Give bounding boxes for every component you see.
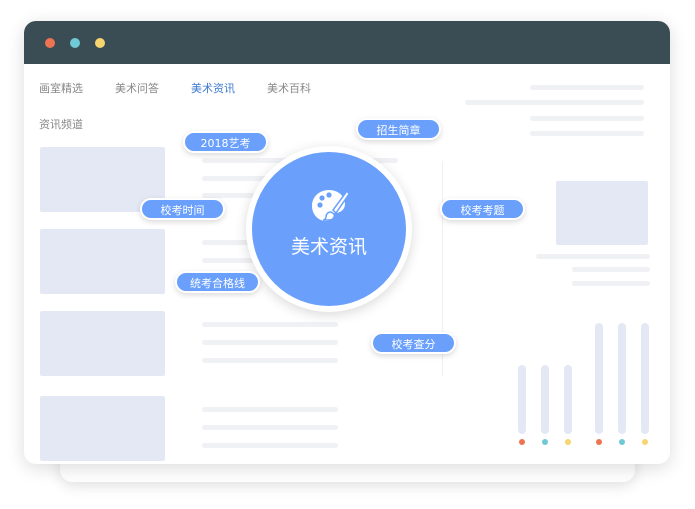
nav-item-wiki[interactable]: 美术百科 xyxy=(267,80,311,96)
text-line xyxy=(202,425,338,430)
image-placeholder xyxy=(556,181,648,245)
bar xyxy=(518,365,526,434)
center-label: 美术资讯 xyxy=(290,236,367,258)
tag-2018-exam[interactable]: 2018艺考 xyxy=(183,131,268,153)
nav-item-studio[interactable]: 画室精选 xyxy=(39,80,83,96)
close-dot[interactable] xyxy=(45,38,55,48)
image-placeholder xyxy=(40,229,165,294)
text-line xyxy=(202,407,338,412)
text-line xyxy=(530,85,644,90)
bar-dot xyxy=(519,439,525,445)
tag-exam-questions[interactable]: 校考考题 xyxy=(440,198,525,220)
nav-item-news[interactable]: 美术资讯 xyxy=(191,80,235,96)
bar-dot xyxy=(565,439,571,445)
image-placeholder xyxy=(40,311,165,376)
bar-dot xyxy=(596,439,602,445)
text-line xyxy=(530,116,644,121)
bar xyxy=(618,323,626,434)
image-placeholder xyxy=(40,396,165,461)
nav-item-qa[interactable]: 美术问答 xyxy=(115,80,159,96)
bar-dot xyxy=(642,439,648,445)
section-title: 资讯频道 xyxy=(39,118,83,131)
tag-admissions[interactable]: 招生简章 xyxy=(356,118,441,140)
palette-icon xyxy=(312,189,350,221)
text-line xyxy=(202,322,338,327)
text-line xyxy=(465,100,644,105)
bar xyxy=(541,365,549,434)
maximize-dot[interactable] xyxy=(95,38,105,48)
bar xyxy=(564,365,572,434)
text-line xyxy=(202,340,338,345)
text-line xyxy=(572,281,650,286)
title-bar xyxy=(24,21,670,64)
center-badge[interactable]: 美术资讯 xyxy=(246,146,412,312)
bar xyxy=(595,323,603,434)
text-line xyxy=(202,358,338,363)
text-line xyxy=(530,131,644,136)
bar xyxy=(641,323,649,434)
minimize-dot[interactable] xyxy=(70,38,80,48)
tag-passing-score[interactable]: 统考合格线 xyxy=(175,271,260,293)
tag-exam-time[interactable]: 校考时间 xyxy=(140,198,225,220)
text-line xyxy=(572,267,650,272)
tag-score-query[interactable]: 校考查分 xyxy=(371,332,456,354)
bar-dot xyxy=(542,439,548,445)
bar-dot xyxy=(619,439,625,445)
text-line xyxy=(202,443,338,448)
text-line xyxy=(536,254,650,259)
